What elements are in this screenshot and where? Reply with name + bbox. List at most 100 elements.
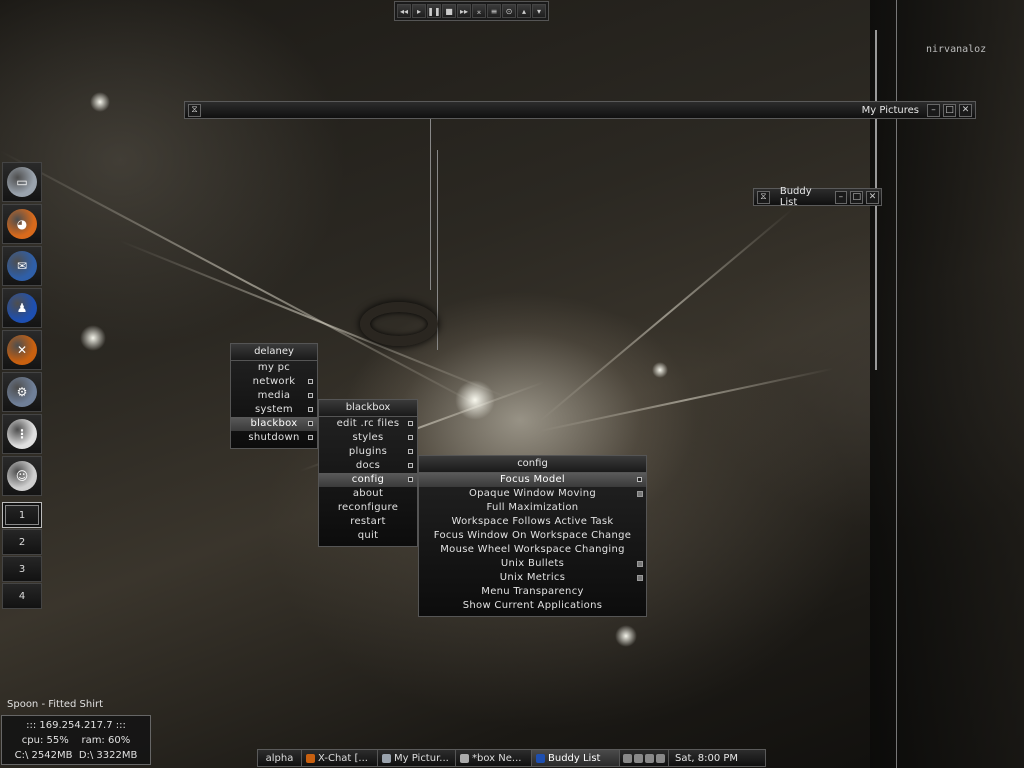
menu-item[interactable]: plugins [319,445,417,459]
my-pictures-titlebar[interactable]: ⧖ My Pictures – □ ✕ [184,101,976,119]
rewind-icon[interactable]: ◂◂ [397,4,411,18]
menu-item-label: docs [355,460,381,471]
task-label: alpha [265,752,294,764]
dock-item-settings-gear[interactable]: ⚙ [2,372,42,412]
wallpaper-light [615,625,637,647]
list-icon[interactable]: ≡ [487,4,501,18]
buddy-list-titlebar[interactable]: ⧖ Buddy List – □ ✕ [753,186,882,208]
close-icon[interactable]: ✕ [959,103,972,117]
down-icon[interactable]: ▾ [532,4,546,18]
checked-bullet-icon [637,575,643,581]
taskbar-task[interactable]: Buddy List [532,750,620,766]
task-label: X-Chat [... [318,752,368,764]
workspace-button[interactable]: 1 [2,502,42,528]
eject-icon[interactable]: ⌅ [472,4,486,18]
menu-item[interactable]: Workspace Follows Active Task [419,515,646,529]
next-icon[interactable]: ▸▸ [457,4,471,18]
menu-item[interactable]: media [231,389,317,403]
minimize-icon[interactable]: – [834,190,848,204]
submenu-arrow-icon [308,435,313,440]
system-tray [620,750,669,766]
up-icon[interactable]: ▴ [517,4,531,18]
workspace-button[interactable]: 4 [2,583,42,609]
menu-item[interactable]: styles [319,431,417,445]
menu-item[interactable]: Unix Bullets [419,557,646,571]
clock: Sat, 8:00 PM [675,752,739,764]
dock-item-aim[interactable]: ♟ [2,288,42,328]
minimize-icon[interactable]: – [927,103,940,117]
dock-item-thunderbird[interactable]: ✉ [2,246,42,286]
dock-item-power-outlet[interactable]: ⋮ [2,414,42,454]
workspace-button[interactable]: 2 [2,529,42,555]
checked-bullet-icon [637,491,643,497]
prev-icon[interactable]: ▸ [412,4,426,18]
menu-item[interactable]: Opaque Window Moving [419,487,646,501]
menu-item[interactable]: Focus Window On Workspace Change [419,529,646,543]
app-dock: ▭ ◕ ✉ ♟ ✕ ⚙ ⋮ ☺ 1 2 3 4 [2,162,44,610]
menu-item[interactable]: Menu Transparency [419,585,646,599]
menu-item[interactable]: blackbox [231,417,317,431]
menu-item[interactable]: about [319,487,417,501]
tray-app-icon[interactable] [623,753,632,763]
pause-icon[interactable]: ❚❚ [427,4,441,18]
menu-item-label: config [351,474,385,485]
window-menu-icon[interactable]: ⧖ [188,103,201,117]
submenu-arrow-icon [308,379,313,384]
stickman-icon: ☺ [7,461,37,491]
aim-icon: ♟ [7,293,37,323]
dock-item-xchat[interactable]: ✕ [2,330,42,370]
menu-item[interactable]: Unix Metrics [419,571,646,585]
menu-item[interactable]: shutdown [231,431,317,445]
tray-volume-icon[interactable] [656,753,665,763]
stop-icon[interactable]: ■ [442,4,456,18]
thunderbird-icon: ✉ [7,251,37,281]
menu-item-label: about [352,488,384,499]
menu-item[interactable]: Mouse Wheel Workspace Changing [419,543,646,557]
menu-item-label: Full Maximization [486,502,579,513]
submenu-arrow-icon [408,421,413,426]
menu-item[interactable]: network [231,375,317,389]
my-pictures-title: My Pictures [861,104,919,116]
menu-item-label: reconfigure [337,502,399,513]
menu-item-label: Show Current Applications [462,600,603,611]
settings-icon[interactable]: ⊙ [502,4,516,18]
close-icon[interactable]: ✕ [866,190,879,204]
menu-item-label: Opaque Window Moving [468,488,597,499]
menu-item[interactable]: config [319,473,417,487]
wallpaper-light [652,362,668,378]
dock-item-firefox[interactable]: ◕ [2,204,42,244]
menu-item[interactable]: edit .rc files [319,417,417,431]
tray-man-icon[interactable] [634,753,643,763]
maximize-icon[interactable]: □ [943,103,956,117]
wallpaper-streak [539,367,834,432]
task-label: *box Ne... [472,752,522,764]
settings-gear-icon: ⚙ [7,377,37,407]
workspace-button[interactable]: 3 [2,556,42,582]
menu-item[interactable]: docs [319,459,417,473]
menu-item[interactable]: quit [319,529,417,543]
taskbar-task[interactable]: *box Ne... [456,750,532,766]
config-menu-title: config [419,456,646,473]
menu-item[interactable]: Show Current Applications [419,599,646,613]
taskbar-task[interactable]: X-Chat [... [302,750,378,766]
menu-item[interactable]: restart [319,515,417,529]
menu-item[interactable]: reconfigure [319,501,417,515]
menu-item-label: plugins [348,446,388,457]
dock-item-stickman[interactable]: ☺ [2,456,42,496]
taskbar-task[interactable]: My Pictur... [378,750,456,766]
maximize-icon[interactable]: □ [850,190,864,204]
menu-item[interactable]: Focus Model [419,473,646,487]
wallpaper-light [80,325,106,351]
wallpaper-streak [539,208,794,422]
menu-item[interactable]: my pc [231,361,317,375]
dock-item-my-computer[interactable]: ▭ [2,162,42,202]
menu-item[interactable]: Full Maximization [419,501,646,515]
task-label: My Pictur... [394,752,449,764]
window-menu-icon[interactable]: ⧖ [757,190,770,204]
menu-item[interactable]: system [231,403,317,417]
delaney-menu: delaney my pc network media system blackbox sh… [230,343,318,449]
wallpaper-light [90,92,110,112]
menu-item-label: my pc [257,362,291,373]
tray-network-icon[interactable] [645,753,654,763]
now-playing-text: Spoon - Fitted Shirt [7,699,104,710]
